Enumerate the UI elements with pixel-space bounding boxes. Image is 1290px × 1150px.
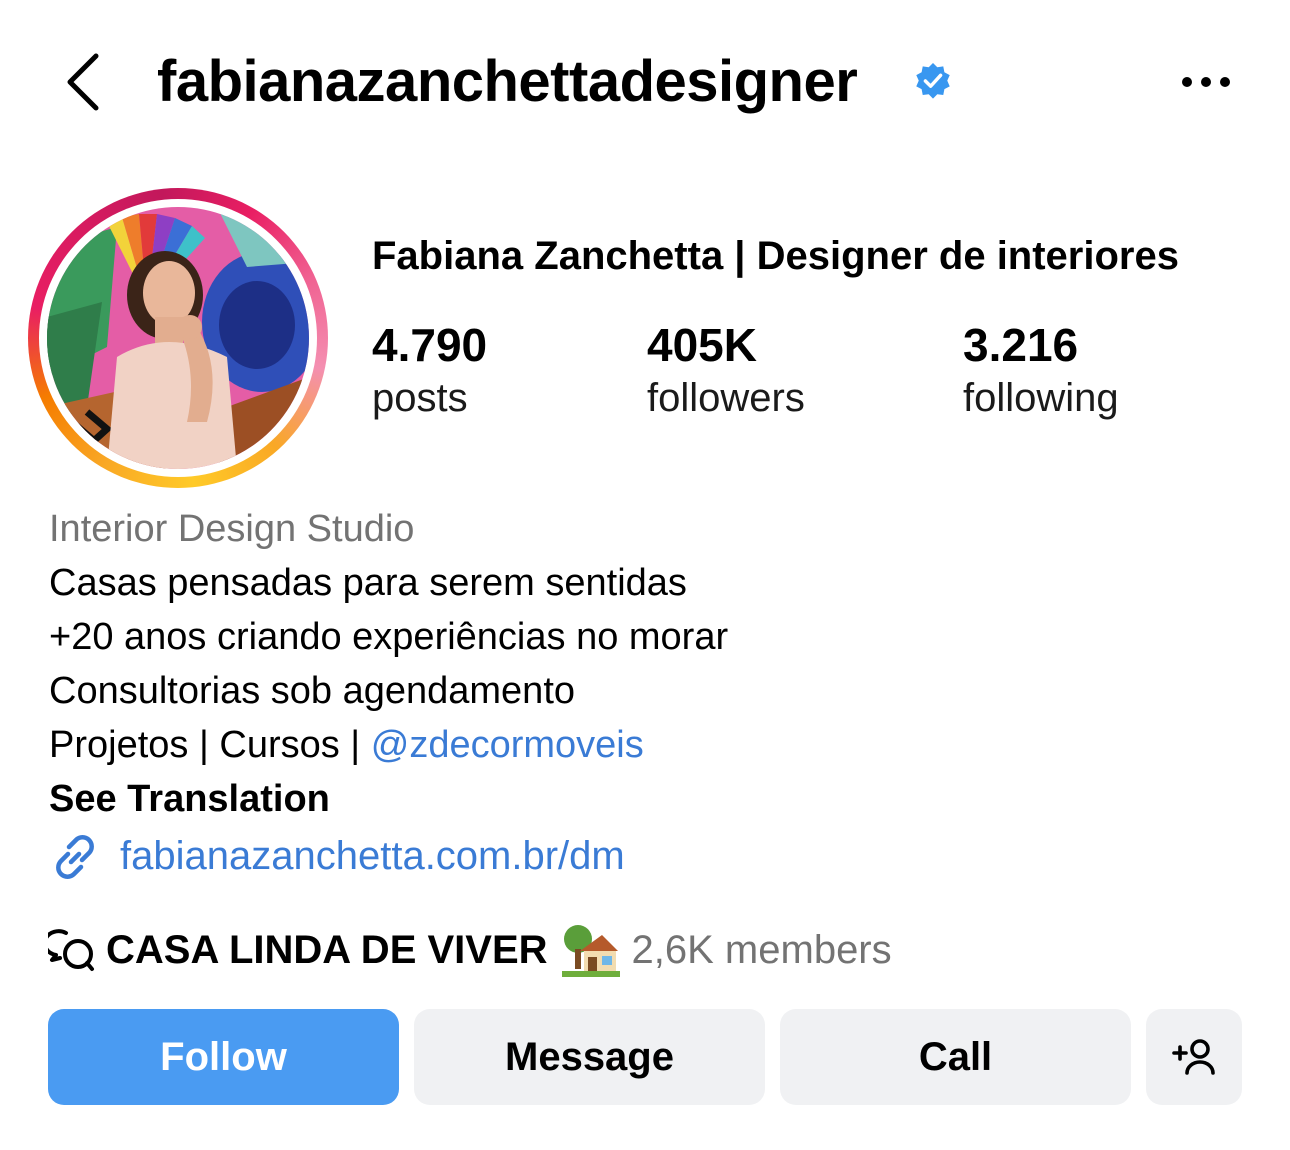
mention-link[interactable]: @zdecormoveis xyxy=(371,724,644,766)
bio-line-text: Projetos | Cursos | xyxy=(49,724,371,766)
channel-members: 2,6K members xyxy=(631,928,892,972)
call-button[interactable]: Call xyxy=(780,1009,1131,1105)
chat-bubbles-icon xyxy=(48,929,94,971)
follow-button[interactable]: Follow xyxy=(48,1009,399,1105)
posts-count: 4.790 xyxy=(372,319,488,371)
suggested-accounts-button[interactable] xyxy=(1146,1009,1242,1105)
bio-line: +20 anos criando experiências no morar xyxy=(49,616,729,658)
more-options-button[interactable] xyxy=(1178,68,1234,96)
following-label: following xyxy=(963,376,1119,420)
link-icon xyxy=(56,835,94,879)
message-button[interactable]: Message xyxy=(414,1009,765,1105)
chevron-left-icon xyxy=(67,53,99,111)
more-horizontal-icon xyxy=(1182,77,1230,87)
see-translation-button[interactable]: See Translation xyxy=(49,773,330,825)
followers-label: followers xyxy=(647,376,805,420)
followers-stat[interactable]: 405K followers xyxy=(647,316,805,422)
bio-line: Casas pensadas para serem sentidas xyxy=(49,562,687,604)
posts-label: posts xyxy=(372,376,468,420)
posts-stat[interactable]: 4.790 posts xyxy=(372,316,487,422)
channel-name: CASA LINDA DE VIVER xyxy=(106,928,548,972)
bio-line: Consultorias sob agendamento xyxy=(49,670,576,712)
website-link[interactable]: fabianazanchetta.com.br/dm xyxy=(120,830,625,882)
following-count: 3.216 xyxy=(963,319,1079,371)
profile-avatar[interactable] xyxy=(47,207,309,469)
following-stat[interactable]: 3.216 following xyxy=(963,316,1119,422)
back-button[interactable] xyxy=(58,50,110,114)
profile-username: fabianazanchettadesigner xyxy=(157,49,858,114)
profile-full-name: Fabiana Zanchetta | Designer de interior… xyxy=(372,234,1179,278)
add-person-icon xyxy=(1172,1039,1215,1075)
profile-category: Interior Design Studio xyxy=(49,508,415,550)
bio-line: Projetos | Cursos | @zdecormoveis xyxy=(49,719,644,771)
followers-count: 405K xyxy=(647,319,757,371)
avatar-image xyxy=(47,207,309,469)
verified-badge-icon xyxy=(916,62,950,99)
house-with-garden-emoji xyxy=(561,925,620,977)
broadcast-channel[interactable]: CASA LINDA DE VIVER 2,6K members xyxy=(48,920,892,980)
